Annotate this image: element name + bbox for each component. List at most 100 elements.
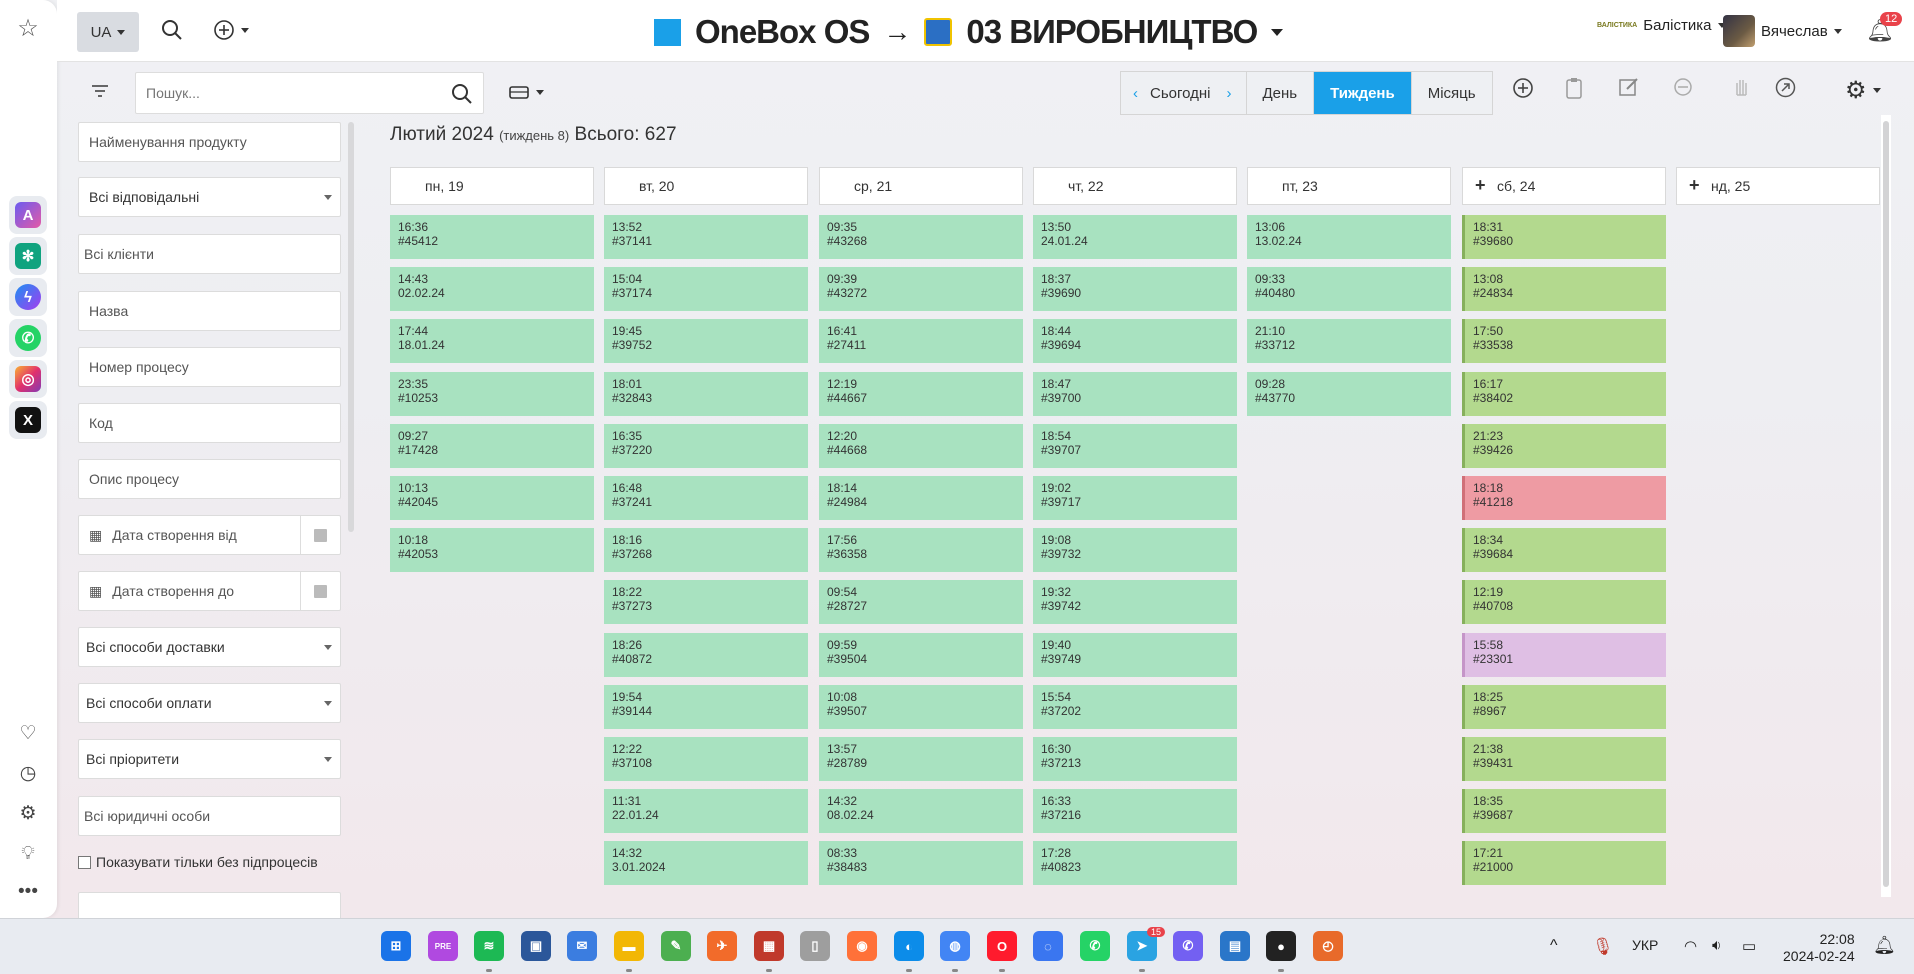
responsible-select[interactable]: Всі відповідальні bbox=[78, 177, 341, 217]
taskbar-mail-icon[interactable]: ✉ bbox=[567, 931, 597, 961]
filter-toggle-icon[interactable] bbox=[91, 84, 109, 101]
calendar-event[interactable]: 09:59 #39504 bbox=[819, 633, 1023, 677]
taskbar-opera-icon[interactable]: O bbox=[987, 931, 1017, 961]
calendar-event[interactable]: 11:31 22.01.24 bbox=[604, 789, 808, 833]
sidebar-app-whatsapp[interactable]: ✆ bbox=[9, 319, 47, 357]
add-event-plus-icon[interactable]: + bbox=[1689, 176, 1700, 194]
calendar-event[interactable]: 16:33 #37216 bbox=[1033, 789, 1237, 833]
hand-icon[interactable] bbox=[1734, 77, 1748, 103]
user-menu[interactable]: Вячеслав bbox=[1723, 15, 1842, 47]
calendar-event[interactable]: 08:33 #38483 bbox=[819, 841, 1023, 885]
calendar-scrollbar[interactable] bbox=[1881, 115, 1891, 897]
chevron-down-icon[interactable] bbox=[1271, 28, 1284, 36]
calendar-event[interactable]: 13:52 #37141 bbox=[604, 215, 808, 259]
calendar-event[interactable]: 12:19 #40708 bbox=[1462, 580, 1666, 624]
calendar-event[interactable]: 19:45 #39752 bbox=[604, 319, 808, 363]
calendar-event[interactable]: 21:38 #39431 bbox=[1462, 737, 1666, 781]
brand-title[interactable]: OneBox OS bbox=[695, 13, 870, 51]
calendar-event[interactable]: 18:35 #39687 bbox=[1462, 789, 1666, 833]
tips-bulb-icon[interactable]: 💡︎ bbox=[14, 840, 42, 868]
process-number-filter[interactable]: Номер процесу bbox=[78, 347, 341, 387]
add-event-icon[interactable] bbox=[1512, 77, 1534, 105]
payment-select[interactable]: Всі способи оплати bbox=[78, 683, 341, 723]
heart-icon[interactable]: ♡ bbox=[14, 720, 42, 748]
calendar-event[interactable]: 09:33 #40480 bbox=[1247, 267, 1451, 311]
history-clock-icon[interactable]: ◷ bbox=[14, 760, 42, 788]
calendar-event[interactable]: 19:08 #39732 bbox=[1033, 528, 1237, 572]
company-select[interactable]: ВАЛІСТИКА Балістика bbox=[1597, 17, 1726, 34]
calendar-event[interactable]: 18:31 #39680 bbox=[1462, 215, 1666, 259]
day-header[interactable]: пт, 23 bbox=[1247, 167, 1451, 205]
taskbar-obs-icon[interactable]: ● bbox=[1266, 931, 1296, 961]
calendar-event[interactable]: 15:04 #37174 bbox=[604, 267, 808, 311]
taskbar-spark-icon[interactable]: ✈ bbox=[707, 931, 737, 961]
sidebar-app-instagram[interactable]: ◎ bbox=[9, 360, 47, 398]
taskbar-store-icon[interactable]: ▣ bbox=[521, 931, 551, 961]
calendar-event[interactable]: 14:32 3.01.2024 bbox=[604, 841, 808, 885]
tray-overflow-icon[interactable]: ^ bbox=[1550, 937, 1558, 955]
calendar-event[interactable]: 13:06 13.02.24 bbox=[1247, 215, 1451, 259]
calendar-event[interactable]: 16:36 #45412 bbox=[390, 215, 594, 259]
process-description-filter[interactable]: Опис процесу bbox=[78, 459, 341, 499]
language-select[interactable]: UA bbox=[77, 12, 139, 52]
clients-filter[interactable]: Всі клієнти bbox=[78, 234, 341, 274]
taskbar-explorer-icon[interactable]: ▬ bbox=[614, 931, 644, 961]
day-header[interactable]: + сб, 24 bbox=[1462, 167, 1666, 205]
tab-month[interactable]: Місяць bbox=[1412, 72, 1492, 114]
calendar-event[interactable]: 16:48 #37241 bbox=[604, 476, 808, 520]
calendar-event[interactable]: 21:10 #33712 bbox=[1247, 319, 1451, 363]
legal-entities-filter[interactable]: Всі юридичні особи bbox=[78, 796, 341, 836]
calendar-event[interactable]: 18:47 #39700 bbox=[1033, 372, 1237, 416]
taskbar-whatsapp-icon[interactable]: ✆ bbox=[1080, 931, 1110, 961]
view-mode-button[interactable] bbox=[509, 84, 544, 100]
calendar-event[interactable]: 16:17 #38402 bbox=[1462, 372, 1666, 416]
delivery-select[interactable]: Всі способи доставки bbox=[78, 627, 341, 667]
extra-filter[interactable] bbox=[78, 892, 341, 918]
date-to-picker-button[interactable] bbox=[300, 572, 340, 610]
microphone-icon[interactable]: 🎙︎ bbox=[1592, 937, 1614, 957]
tab-day[interactable]: День bbox=[1247, 72, 1315, 114]
calendar-event[interactable]: 21:23 #39426 bbox=[1462, 424, 1666, 468]
calendar-event[interactable]: 18:16 #37268 bbox=[604, 528, 808, 572]
calendar-event[interactable]: 17:44 18.01.24 bbox=[390, 319, 594, 363]
search-icon[interactable] bbox=[161, 19, 183, 44]
calendar-event[interactable]: 10:18 #42053 bbox=[390, 528, 594, 572]
taskbar-copilot-pre-icon[interactable]: PRE bbox=[428, 931, 458, 961]
calendar-event[interactable]: 09:54 #28727 bbox=[819, 580, 1023, 624]
calendar-event[interactable]: 10:08 #39507 bbox=[819, 685, 1023, 729]
calendar-event[interactable]: 12:20 #44668 bbox=[819, 424, 1023, 468]
calendar-event[interactable]: 13:50 24.01.24 bbox=[1033, 215, 1237, 259]
calendar-event[interactable]: 09:39 #43272 bbox=[819, 267, 1023, 311]
settings-gear-icon[interactable]: ⚙ bbox=[14, 800, 42, 828]
next-week-button[interactable]: › bbox=[1217, 72, 1247, 114]
taskbar-notes-icon[interactable]: ✎ bbox=[661, 931, 691, 961]
calendar-event[interactable]: 12:22 #37108 bbox=[604, 737, 808, 781]
no-subprocess-option[interactable]: Показувати тільки без підпроцесів bbox=[78, 854, 318, 870]
calendar-event[interactable]: 18:01 #32843 bbox=[604, 372, 808, 416]
volume-icon[interactable]: 🔉︎ bbox=[1712, 937, 1721, 954]
calendar-event[interactable]: 19:54 #39144 bbox=[604, 685, 808, 729]
sidebar-app-arc[interactable]: A bbox=[9, 196, 47, 234]
wifi-icon[interactable]: ◠ bbox=[1684, 937, 1697, 955]
tab-week[interactable]: Тиждень bbox=[1314, 72, 1412, 114]
calendar-event[interactable]: 09:27 #17428 bbox=[390, 424, 594, 468]
sidebar-app-messenger[interactable]: ϟ bbox=[9, 278, 47, 316]
edit-icon[interactable] bbox=[1619, 77, 1639, 103]
taskbar-signal-icon[interactable]: ◌ bbox=[1033, 931, 1063, 961]
calendar-event[interactable]: 23:35 #10253 bbox=[390, 372, 594, 416]
more-dots-icon[interactable]: ••• bbox=[14, 878, 42, 906]
calendar-event[interactable]: 17:28 #40823 bbox=[1033, 841, 1237, 885]
project-title[interactable]: 03 ВИРОБНИЦТВО bbox=[966, 13, 1258, 51]
clipboard-icon[interactable] bbox=[1565, 77, 1583, 105]
search-field[interactable] bbox=[135, 72, 484, 114]
calendar-event[interactable]: 19:32 #39742 bbox=[1033, 580, 1237, 624]
taskbar-spotify-icon[interactable]: ≋ bbox=[474, 931, 504, 961]
calendar-event[interactable]: 18:25 #8967 bbox=[1462, 685, 1666, 729]
taskbar-todoist-icon[interactable]: ▦ bbox=[754, 931, 784, 961]
name-filter[interactable]: Назва bbox=[78, 291, 341, 331]
calendar-event[interactable]: 18:14 #24984 bbox=[819, 476, 1023, 520]
notification-center-bell-icon[interactable]: 🔔︎ bbox=[1873, 935, 1896, 956]
search-input[interactable] bbox=[136, 73, 436, 113]
code-filter[interactable]: Код bbox=[78, 403, 341, 443]
day-header[interactable]: ср, 21 bbox=[819, 167, 1023, 205]
